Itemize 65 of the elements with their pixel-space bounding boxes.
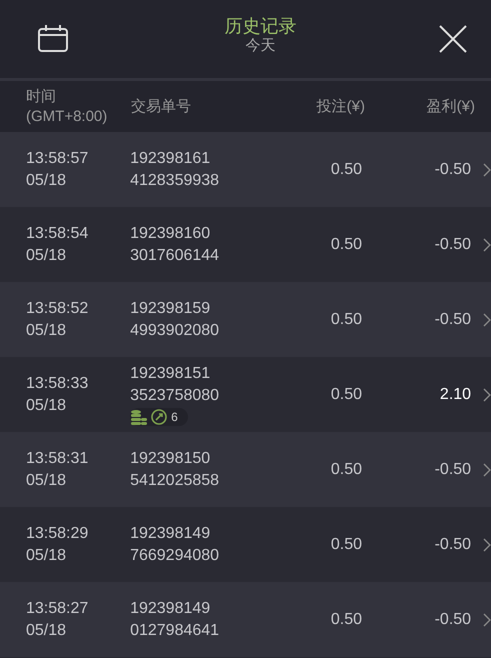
coins-icon [130,409,148,425]
history-row[interactable]: 13:58:27 05/18 192398149 0127984641 0.50 -0.50 [0,582,491,657]
chevron-right-icon [483,312,491,326]
page-title: 历史记录 [224,15,296,37]
profit-amount: -0.50 [434,460,472,480]
column-header: 时间 (GMT+8:00) [26,86,108,126]
chevron-right-icon [483,538,491,552]
date-text: 05/18 [26,320,68,340]
profit-amount: -0.50 [434,534,472,554]
order-number: 192398149 [130,524,212,544]
chevron-right-icon [483,612,491,626]
stake-amount: 0.50 [330,534,362,554]
date-text: 05/18 [26,396,68,416]
order-number: 192398150 [130,448,212,468]
column-header: 交易单号 [131,96,192,116]
time-text: 13:58:27 [26,598,90,618]
column-header: 投注(¥) [316,96,365,116]
chevron-right-icon [483,162,491,176]
time-text: 13:58:57 [26,148,90,168]
column-header: 盈利(¥) [426,96,475,116]
date-text: 05/18 [26,620,68,640]
order-number: 3017606144 [130,246,220,266]
calendar-button[interactable] [38,25,68,53]
time-text: 13:58:29 [26,524,90,544]
stake-amount: 0.50 [330,460,362,480]
order-number: 192398161 [130,148,212,168]
badge-count: 6 [171,409,178,425]
history-row[interactable]: 13:58:57 05/18 192398161 4128359938 0.50 -0.50 [0,132,491,207]
history-row[interactable]: 13:58:52 05/18 192398159 4993902080 0.50 -0.50 [0,282,491,357]
order-number: 0127984641 [130,620,220,640]
date-text: 05/18 [26,470,68,490]
stake-amount: 0.50 [330,610,362,630]
calendar-icon [38,25,68,53]
stake-amount: 0.50 [330,234,362,254]
history-row[interactable]: 13:58:31 05/18 192398150 5412025858 0.50 -0.50 [0,432,491,507]
order-number: 5412025858 [130,470,220,490]
order-number: 192398159 [130,298,212,318]
date-text: 05/18 [26,246,68,266]
time-text: 13:58:54 [26,224,90,244]
order-number: 4993902080 [130,320,220,340]
stake-amount: 0.50 [330,384,362,404]
date-text: 05/18 [26,170,68,190]
order-number: 4128359938 [130,170,220,190]
order-number: 3523758080 [130,386,220,406]
profit-amount: 2.10 [438,384,472,404]
date-text: 05/18 [26,546,68,566]
chevron-right-icon [483,462,491,476]
close-button[interactable] [439,25,467,53]
profit-amount: -0.50 [434,610,472,630]
stake-amount: 0.50 [330,310,362,330]
close-icon [439,25,467,53]
time-text: 13:58:52 [26,298,90,318]
profit-amount: -0.50 [434,234,472,254]
chevron-right-icon [483,238,491,252]
profit-amount: -0.50 [434,160,472,180]
chevron-right-icon [483,388,491,402]
time-text: 13:58:31 [26,448,90,468]
order-number: 192398151 [130,364,212,384]
order-number: 192398160 [130,224,212,244]
order-number: 7669294080 [130,546,220,566]
time-text: 13:58:33 [26,374,90,394]
order-number: 192398149 [130,598,212,618]
date-subtitle: 今天 [246,37,276,55]
stake-amount: 0.50 [330,160,362,180]
profit-amount: -0.50 [434,310,472,330]
